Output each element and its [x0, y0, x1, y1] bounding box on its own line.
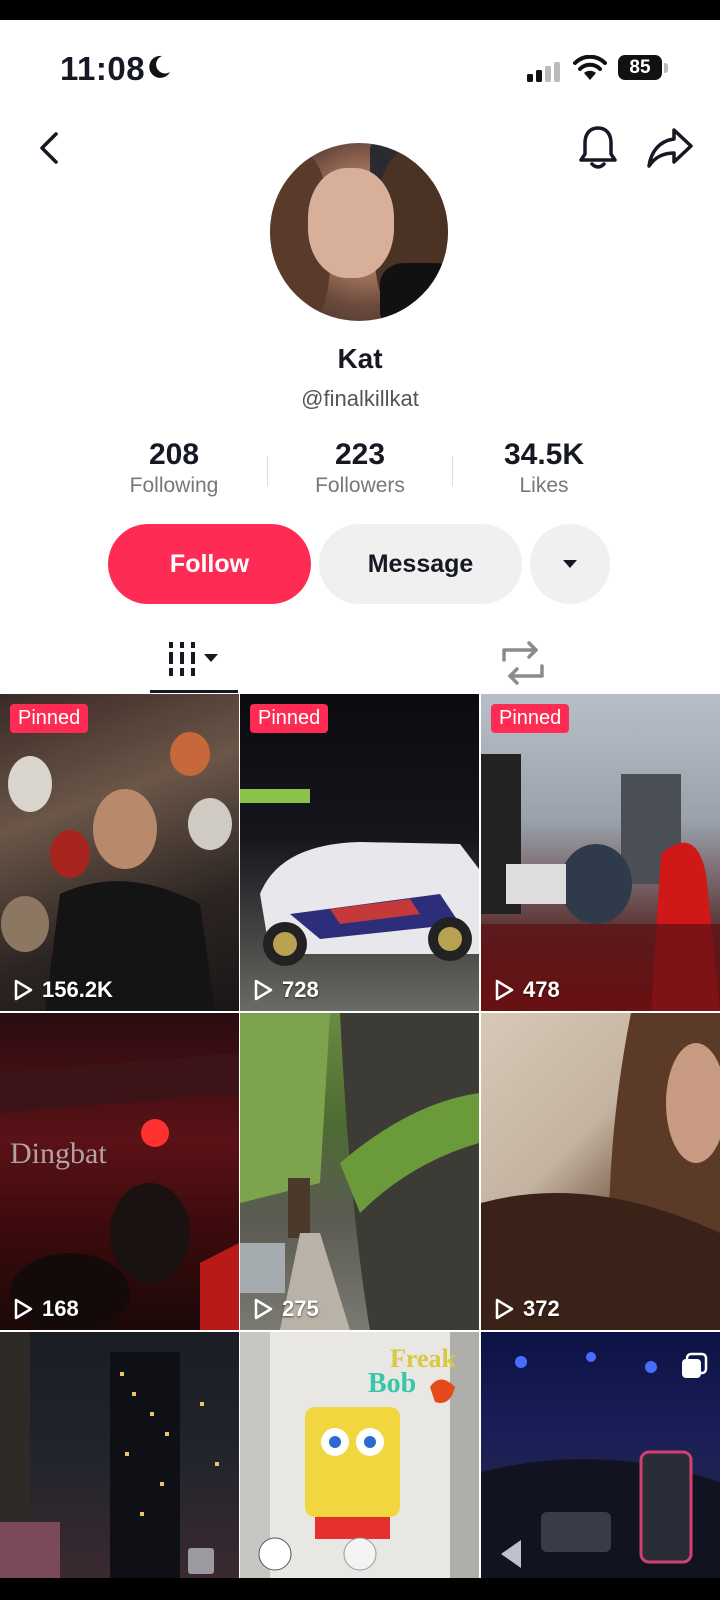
- video-thumbnail[interactable]: [481, 1332, 720, 1578]
- tab-reposts[interactable]: [498, 634, 548, 692]
- thumbnail-art: [481, 754, 720, 1011]
- view-count: 156.2K: [12, 977, 113, 1003]
- thumbnail-art: [481, 1013, 720, 1330]
- play-icon: [14, 1298, 33, 1320]
- active-tab-indicator: [150, 690, 238, 693]
- battery-tip: [664, 63, 668, 73]
- video-thumbnail[interactable]: Pinned 728: [240, 694, 479, 1011]
- view-count-text: 478: [523, 977, 560, 1002]
- moon-icon: [149, 55, 170, 78]
- pinned-badge: Pinned: [250, 704, 329, 733]
- video-thumbnail[interactable]: 275: [240, 1013, 479, 1330]
- following-count: 208: [148, 438, 200, 471]
- thumbnail-art: [240, 1013, 479, 1330]
- followers-count: 223: [334, 438, 386, 471]
- view-count-text: 372: [523, 1296, 560, 1321]
- pinned-badge: Pinned: [491, 704, 570, 733]
- thumbnail-art: Dingbat: [0, 1053, 239, 1330]
- status-time: 11:08: [60, 50, 146, 87]
- status-bar: 11:08 85: [0, 20, 720, 116]
- pinned-badge: Pinned: [10, 704, 89, 733]
- stat-divider: [267, 456, 268, 486]
- top-black-bar: [0, 0, 720, 20]
- caret-down-icon: [563, 560, 577, 568]
- dingbat-sign-text: Dingbat: [10, 1137, 107, 1170]
- signal-icon: [527, 62, 560, 82]
- profile-avatar[interactable]: [270, 143, 448, 321]
- video-thumbnail[interactable]: Pinned 156.2K: [0, 694, 239, 1011]
- play-icon: [495, 979, 514, 1001]
- battery-indicator: 85: [618, 55, 662, 80]
- view-count: 478: [493, 977, 560, 1003]
- play-icon: [495, 1298, 514, 1320]
- message-button[interactable]: Message: [319, 524, 522, 604]
- thumbnail-art: Freak Bob: [240, 1332, 479, 1578]
- view-count-text: 156.2K: [42, 977, 113, 1002]
- followers-label: Followers: [315, 474, 405, 497]
- repost-icon: [502, 641, 544, 685]
- video-thumbnail[interactable]: 372: [481, 1013, 720, 1330]
- wifi-icon: [573, 55, 607, 80]
- back-arrow-icon[interactable]: [30, 128, 70, 168]
- profile-name: Kat: [337, 343, 383, 374]
- video-thumbnail[interactable]: Freak Bob: [240, 1332, 479, 1578]
- sticker-text-2: Bob: [368, 1368, 416, 1399]
- grid-icon: [169, 642, 218, 676]
- bottom-black-bar: [0, 1578, 720, 1600]
- video-thumbnail[interactable]: Pinned 478: [481, 694, 720, 1011]
- video-thumbnail[interactable]: [0, 1332, 239, 1578]
- view-count-text: 168: [42, 1296, 79, 1321]
- stat-likes[interactable]: 34.5K Likes: [464, 438, 624, 498]
- stat-following[interactable]: 208 Following: [94, 438, 254, 498]
- view-count: 372: [493, 1296, 560, 1322]
- play-icon: [254, 1298, 273, 1320]
- play-icon: [254, 979, 273, 1001]
- following-label: Following: [129, 474, 219, 497]
- multi-photo-icon: [682, 1352, 708, 1378]
- follow-button[interactable]: Follow: [108, 524, 311, 604]
- view-count-text: 275: [282, 1296, 319, 1321]
- thumbnail-art: [0, 1332, 219, 1578]
- view-count: 275: [252, 1296, 319, 1322]
- notification-bell-icon[interactable]: [576, 124, 620, 172]
- video-grid: Pinned 156.2K Pinned 728 Pinned 478 Ding…: [0, 694, 720, 1578]
- likes-label: Likes: [519, 474, 569, 497]
- thumbnail-art: [1, 732, 232, 1011]
- profile-handle: @finalkillkat: [301, 386, 419, 411]
- view-count-text: 728: [282, 977, 319, 1002]
- stat-followers[interactable]: 223 Followers: [280, 438, 440, 498]
- view-count: 168: [12, 1296, 79, 1322]
- more-options-button[interactable]: [530, 524, 610, 604]
- likes-count: 34.5K: [503, 438, 585, 471]
- stat-divider: [452, 456, 453, 486]
- video-thumbnail[interactable]: Dingbat 168: [0, 1013, 239, 1330]
- view-count: 728: [252, 977, 319, 1003]
- tab-videos[interactable]: [150, 634, 238, 692]
- play-icon: [14, 979, 33, 1001]
- thumbnail-art: [240, 789, 479, 966]
- share-arrow-icon[interactable]: [646, 126, 694, 170]
